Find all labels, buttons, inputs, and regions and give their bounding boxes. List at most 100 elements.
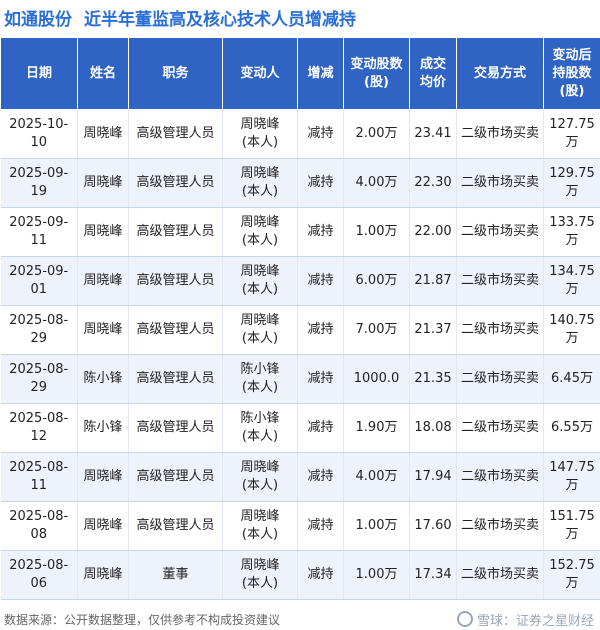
table-row: 2025-08-29 陈小锋 高级管理人员 陈小锋 (本人) 减持 1000.0 21.35… [0,354,600,404]
data-source-note: 数据来源：公开数据整理，仅供参考不构成投资建议 [4,612,281,627]
cell-dir: 减持 [297,452,344,502]
cell-name: 周晓峰 [77,109,129,159]
cell-dir: 减持 [297,354,344,404]
cell-price: 18.08 [409,403,457,453]
cell-role: 高级管理人员 [128,403,223,453]
cell-actor: 周晓峰 (本人) [222,256,298,306]
cell-dir: 减持 [297,256,344,306]
cell-date: 2025-08-11 [0,452,78,502]
table-row: 2025-09-11 周晓峰 高级管理人员 周晓峰 (本人) 减持 1.00万 22.00 二… [0,207,600,257]
cell-role: 董事 [128,550,223,600]
column-header-date: 日期 [0,37,78,110]
column-header-shares: 变动股数 (股) [343,37,410,110]
cell-method: 二级市场买卖 [456,452,544,502]
cell-after: 134.75万 [543,256,600,306]
cell-date: 2025-09-01 [0,256,78,306]
cell-after: 140.75万 [543,305,600,355]
cell-actor: 周晓峰 (本人) [222,158,298,208]
cell-shares: 6.00万 [343,256,410,306]
table-row: 2025-08-29 周晓峰 高级管理人员 周晓峰 (本人) 减持 7.00万 21.37 二… [0,305,600,355]
cell-role: 高级管理人员 [128,354,223,404]
cell-price: 17.94 [409,452,457,502]
cell-role: 高级管理人员 [128,256,223,306]
table-row: 2025-09-19 周晓峰 高级管理人员 周晓峰 (本人) 减持 4.00万 22.30 二… [0,158,600,208]
cell-price: 21.37 [409,305,457,355]
cell-date: 2025-08-08 [0,501,78,551]
cell-price: 21.87 [409,256,457,306]
cell-date: 2025-09-19 [0,158,78,208]
table-body: 2025-10-10 周晓峰 高级管理人员 周晓峰 (本人) 减持 2.00万 23.41 二… [0,109,600,600]
footer: 数据来源：公开数据整理，仅供参考不构成投资建议 雪球：证券之星财经 [0,608,600,630]
table-row: 2025-09-01 周晓峰 高级管理人员 周晓峰 (本人) 减持 6.00万 21.87 二… [0,256,600,306]
column-header-method: 交易方式 [456,37,544,110]
cell-role: 高级管理人员 [128,305,223,355]
cell-after: 133.75万 [543,207,600,257]
cell-date: 2025-08-29 [0,305,78,355]
snowball-logo-icon [456,611,473,627]
cell-name: 陈小锋 [77,354,129,404]
cell-actor: 周晓峰 (本人) [222,550,298,600]
column-header-direction: 增减 [297,37,344,110]
column-header-name: 姓名 [77,37,129,110]
cell-actor: 周晓峰 (本人) [222,109,298,159]
cell-after: 147.75万 [543,452,600,502]
column-header-role: 职务 [128,37,223,110]
cell-dir: 减持 [297,158,344,208]
cell-dir: 减持 [297,403,344,453]
cell-name: 周晓峰 [77,256,129,306]
cell-shares: 7.00万 [343,305,410,355]
cell-method: 二级市场买卖 [456,256,544,306]
cell-after: 151.75万 [543,501,600,551]
cell-method: 二级市场买卖 [456,158,544,208]
cell-name: 周晓峰 [77,158,129,208]
cell-price: 17.60 [409,501,457,551]
cell-role: 高级管理人员 [128,501,223,551]
cell-name: 周晓峰 [77,207,129,257]
cell-shares: 1.00万 [343,550,410,600]
cell-shares: 1000.0 [343,354,410,404]
cell-actor: 周晓峰 (本人) [222,207,298,257]
cell-price: 22.00 [409,207,457,257]
cell-shares: 4.00万 [343,452,410,502]
cell-actor: 周晓峰 (本人) [222,501,298,551]
cell-date: 2025-08-06 [0,550,78,600]
table-header-row: 日期 姓名 职务 变动人 增减 变动股数 (股) 成交 均价 交易方式 变动后 持股数 (股) [0,37,600,110]
cell-dir: 减持 [297,501,344,551]
cell-method: 二级市场买卖 [456,207,544,257]
cell-after: 127.75万 [543,109,600,159]
cell-name: 周晓峰 [77,501,129,551]
cell-method: 二级市场买卖 [456,109,544,159]
cell-role: 高级管理人员 [128,207,223,257]
table-row: 2025-10-10 周晓峰 高级管理人员 周晓峰 (本人) 减持 2.00万 23.41 二… [0,109,600,159]
table-row: 2025-08-12 陈小锋 高级管理人员 陈小锋 (本人) 减持 1.90万 18.08 二… [0,403,600,453]
cell-method: 二级市场买卖 [456,403,544,453]
column-header-price: 成交 均价 [409,37,457,110]
cell-date: 2025-10-10 [0,109,78,159]
table-row: 2025-08-08 周晓峰 高级管理人员 周晓峰 (本人) 减持 1.00万 17.60 二… [0,501,600,551]
cell-shares: 1.00万 [343,501,410,551]
cell-price: 23.41 [409,109,457,159]
cell-name: 周晓峰 [77,452,129,502]
cell-role: 高级管理人员 [128,452,223,502]
cell-method: 二级市场买卖 [456,501,544,551]
cell-date: 2025-08-29 [0,354,78,404]
brand-text: 雪球：证券之星财经 [476,613,594,629]
table-row: 2025-08-11 周晓峰 高级管理人员 周晓峰 (本人) 减持 4.00万 17.94 二… [0,452,600,502]
holdings-change-table: 日期 姓名 职务 变动人 增减 变动股数 (股) 成交 均价 交易方式 变动后 持股数 (股) … [0,37,600,600]
table-row: 2025-08-06 周晓峰 董事 周晓峰 (本人) 减持 1.00万 17.34 二级市场买… [0,550,600,600]
cell-actor: 周晓峰 (本人) [222,452,298,502]
cell-shares: 1.00万 [343,207,410,257]
cell-price: 21.35 [409,354,457,404]
cell-name: 周晓峰 [77,305,129,355]
cell-dir: 减持 [297,207,344,257]
brand-mark: 雪球：证券之星财经 [456,610,594,629]
cell-shares: 2.00万 [343,109,410,159]
cell-after: 6.45万 [543,354,600,404]
cell-actor: 陈小锋 (本人) [222,354,298,404]
page-title: 近半年董监高及核心技术人员增减持 [84,9,356,30]
cell-date: 2025-09-11 [0,207,78,257]
cell-dir: 减持 [297,109,344,159]
cell-price: 22.30 [409,158,457,208]
cell-name: 陈小锋 [77,403,129,453]
cell-actor: 陈小锋 (本人) [222,403,298,453]
